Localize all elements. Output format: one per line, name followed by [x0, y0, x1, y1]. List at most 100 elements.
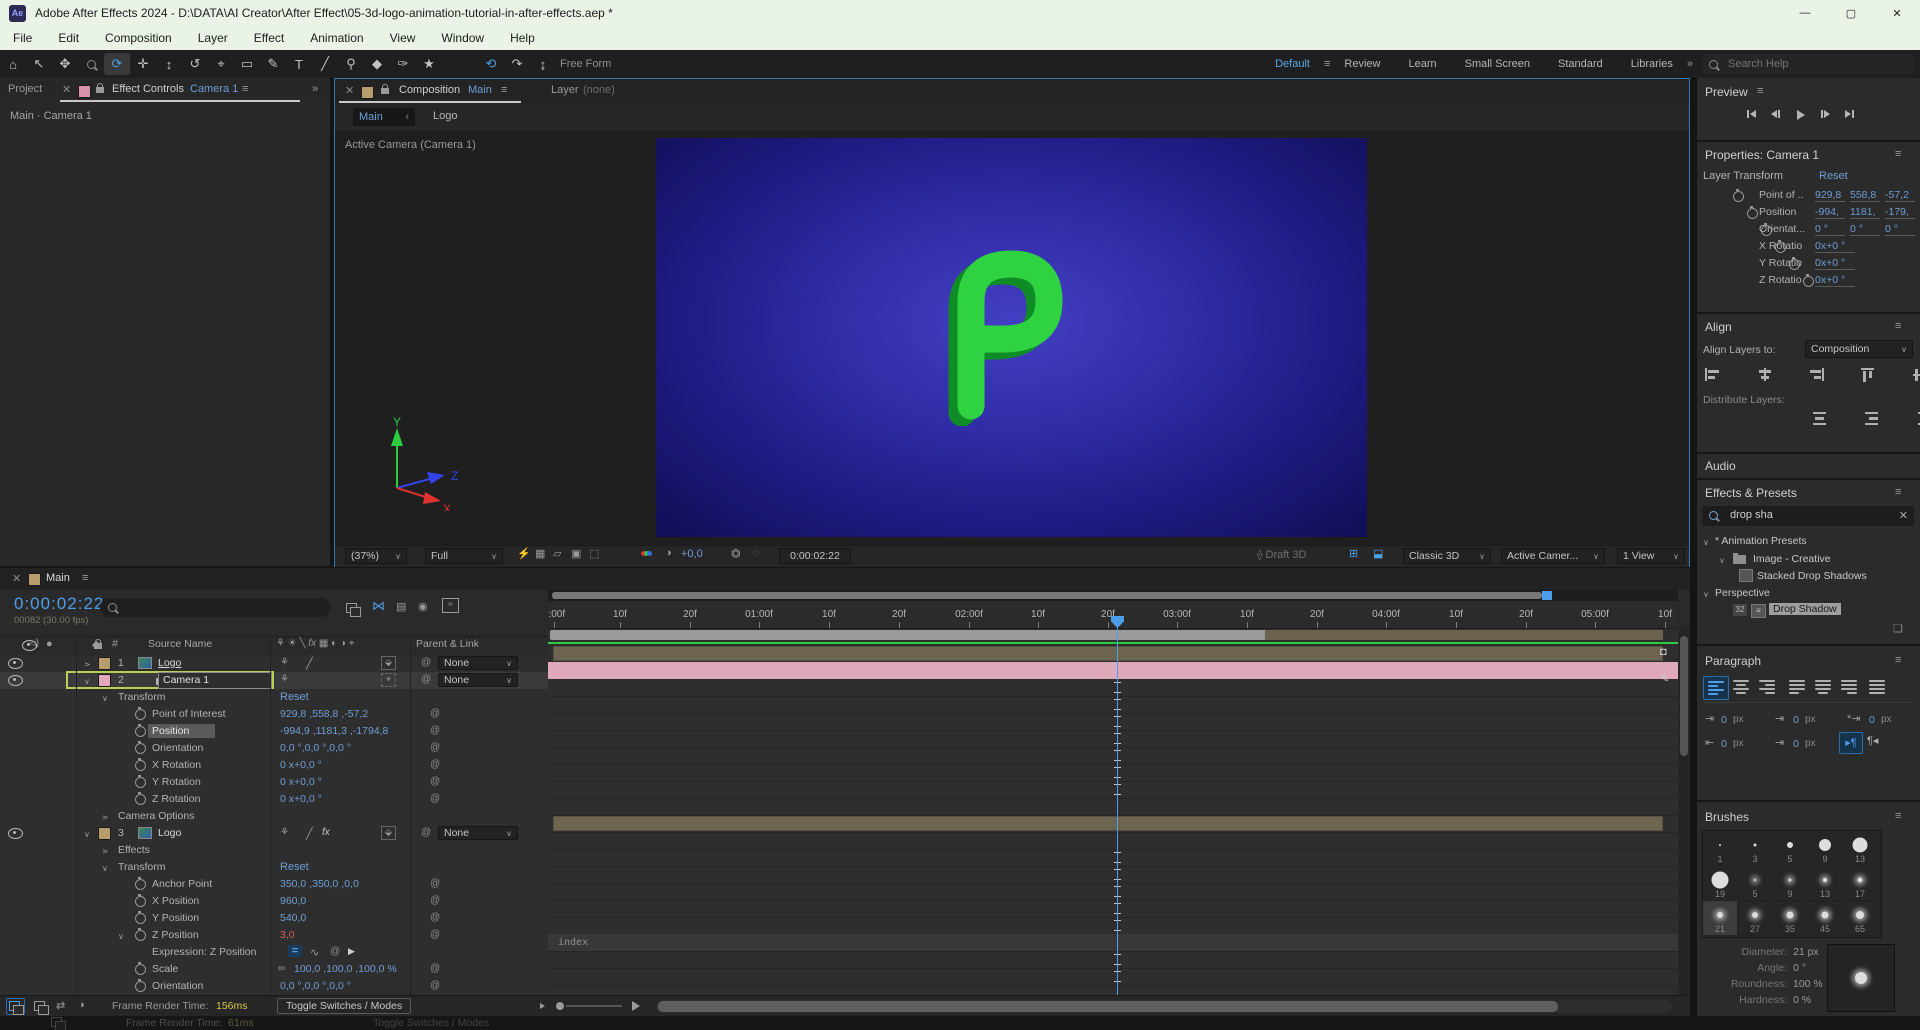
timeline-menu-icon[interactable]: ≡	[82, 572, 88, 584]
tree-image-creative[interactable]: Image - Creative	[1753, 553, 1831, 565]
pen-tool[interactable]: ✎	[260, 53, 286, 75]
effects-search-input[interactable]	[1728, 508, 1892, 522]
tab-composition[interactable]: Composition	[399, 84, 460, 96]
pickwhip-icon[interactable]: @	[430, 895, 440, 906]
stopwatch-icon[interactable]	[135, 911, 146, 924]
twirl-icon[interactable]: ∨	[100, 849, 109, 855]
collapse-switch-icon[interactable]: ⚘	[280, 674, 289, 685]
current-time-indicator[interactable]	[1117, 618, 1118, 995]
view-camera-dropdown[interactable]: Active Camer... ∨	[1501, 548, 1605, 564]
justify-last-left-button[interactable]	[1785, 676, 1809, 698]
stopwatch-icon[interactable]	[135, 979, 146, 992]
composition-image[interactable]	[656, 138, 1367, 537]
property-value[interactable]: 0,0 °,0,0 °,0,0 °	[280, 980, 351, 992]
effect-controls-close-icon[interactable]: ✕	[62, 83, 71, 96]
brushes-menu-icon[interactable]: ≡	[1895, 810, 1901, 822]
prop-value[interactable]: 0x+0 °	[1815, 274, 1855, 287]
effects-menu-icon[interactable]: ≡	[1895, 486, 1901, 498]
stopwatch-icon[interactable]	[135, 775, 146, 788]
timeline-zoom-knob[interactable]	[556, 1002, 564, 1010]
twirl-icon[interactable]: ∨	[1703, 538, 1709, 547]
orbit-mode-icon[interactable]: ⟲	[478, 53, 504, 75]
parent-dropdown[interactable]: None ∨	[438, 656, 518, 670]
property-row[interactable]: Z Rotation 0 x+0,0 ° @	[0, 791, 548, 809]
3d-layer-switch[interactable]: ⬙	[381, 656, 396, 670]
channel-icon[interactable]	[641, 547, 652, 559]
layer-row-camera-1[interactable]: ∨ 2 Camera 1 ⚘ ⌖ @ None ∨	[0, 671, 548, 690]
viewer-timecode[interactable]: 0:00:02:22	[779, 548, 851, 564]
group-row-camera-options[interactable]: ∨ Camera Options	[0, 808, 548, 826]
tab-composition-target[interactable]: Main	[468, 84, 492, 96]
stopwatch-icon[interactable]	[135, 877, 146, 890]
lock-icon[interactable]	[381, 84, 389, 94]
zoom-in-mountain-icon[interactable]	[632, 1001, 640, 1011]
breadcrumb-layer[interactable]: Logo	[433, 110, 457, 122]
view-layout-dropdown[interactable]: 1 View ∨	[1617, 548, 1685, 564]
property-value[interactable]: -994,9 ,1181,3 ,-1794,8	[280, 725, 388, 737]
next-frame-button[interactable]	[1819, 108, 1832, 120]
collapse-switch-icon[interactable]: ⚘	[280, 657, 289, 668]
align-to-dropdown[interactable]: Composition ∨	[1805, 340, 1913, 358]
property-row[interactable]: Anchor Point 350,0 ,350,0 ,0,0 @	[0, 876, 548, 894]
quality-switch-icon[interactable]: ╱	[306, 827, 313, 840]
timeline-tab[interactable]: Main	[46, 572, 70, 584]
brush-item[interactable]: 9	[1773, 866, 1808, 901]
parent-link-column[interactable]: Parent & Link	[416, 638, 479, 650]
workspace-default[interactable]: Default	[1261, 58, 1324, 70]
twirl-icon[interactable]: ∨	[102, 864, 108, 873]
puppet-pin-tool[interactable]: ★	[416, 53, 442, 75]
timeline-graph-area[interactable]: 0:00f 10f 20f 01:00f 10f 20f 02:00f 10f …	[548, 590, 1678, 995]
brush-item-selected[interactable]: 21	[1703, 901, 1738, 936]
fx-switch-icon[interactable]: fx	[322, 827, 330, 838]
property-value-expression-driven[interactable]: 3,0	[280, 929, 295, 941]
resolution-dropdown[interactable]: Full ∨	[425, 548, 503, 564]
help-search[interactable]	[1703, 54, 1914, 74]
workspace-standard[interactable]: Standard	[1544, 58, 1617, 70]
dolly-mode-icon[interactable]: ↨	[530, 53, 556, 75]
pickwhip-icon[interactable]: @	[430, 776, 440, 787]
align-menu-icon[interactable]: ≡	[1895, 320, 1901, 332]
layer-color-swatch[interactable]	[98, 657, 111, 670]
tree-perspective[interactable]: Perspective	[1715, 587, 1770, 599]
prop-value[interactable]: 558,8	[1850, 189, 1880, 202]
stopwatch-icon[interactable]	[1747, 206, 1759, 219]
shield-gutter-icon[interactable]: ◘	[1660, 646, 1667, 658]
dolly-camera-tool[interactable]: ↕	[156, 53, 182, 75]
motion-blur-icon[interactable]: ◉	[418, 600, 428, 613]
transparency-grid-icon[interactable]: ▦	[535, 547, 545, 560]
pickwhip-icon[interactable]: @	[430, 759, 440, 770]
navigator-handle[interactable]	[1542, 591, 1552, 600]
workspace-learn[interactable]: Learn	[1394, 58, 1450, 70]
eye-icon[interactable]	[8, 658, 23, 669]
help-search-input[interactable]	[1726, 57, 1890, 71]
prop-value[interactable]: 0 °	[1815, 223, 1845, 236]
zoom-out-mountain-icon[interactable]	[540, 1003, 545, 1009]
maximize-button[interactable]: ▢	[1828, 0, 1874, 26]
layer-bar-logo-3[interactable]	[553, 816, 1663, 831]
properties-menu-icon[interactable]: ≡	[1895, 148, 1901, 160]
expression-pickwhip-icon[interactable]: @	[330, 946, 340, 957]
justify-last-center-button[interactable]	[1811, 676, 1835, 698]
new-panel-corner-icon[interactable]: ❏	[1893, 622, 1903, 635]
comp-panel-menu-icon[interactable]: ≡	[501, 84, 507, 96]
timeline-zoom-track[interactable]	[566, 1005, 622, 1007]
align-center-v-button[interactable]	[1913, 368, 1920, 381]
brush-item[interactable]: 65	[1843, 901, 1878, 936]
distribute-center-v-button[interactable]	[1865, 412, 1880, 425]
prop-value[interactable]: -994,	[1815, 206, 1845, 219]
property-row[interactable]: X Rotation 0 x+0,0 ° @	[0, 757, 548, 775]
timeline-close-icon[interactable]: ✕	[12, 572, 21, 585]
exposure-value[interactable]: +0,0	[681, 548, 703, 560]
prop-value[interactable]: 0 °	[1885, 223, 1915, 236]
indent-right-value[interactable]: 0	[1793, 714, 1799, 726]
diameter-value[interactable]: 21 px	[1793, 946, 1819, 958]
timeline-vscrollbar[interactable]	[1679, 628, 1689, 995]
align-left-button[interactable]	[1705, 368, 1720, 381]
pickwhip-icon[interactable]: @	[430, 929, 440, 940]
hand-tool[interactable]: ✥	[52, 53, 78, 75]
minimize-button[interactable]: —	[1782, 0, 1828, 26]
frame-blending-icon[interactable]: ▤	[396, 600, 406, 613]
hscrollbar-thumb[interactable]	[658, 1001, 1558, 1012]
hardness-value[interactable]: 0 %	[1793, 994, 1811, 1006]
expression-enable-icon[interactable]: =	[288, 945, 302, 957]
